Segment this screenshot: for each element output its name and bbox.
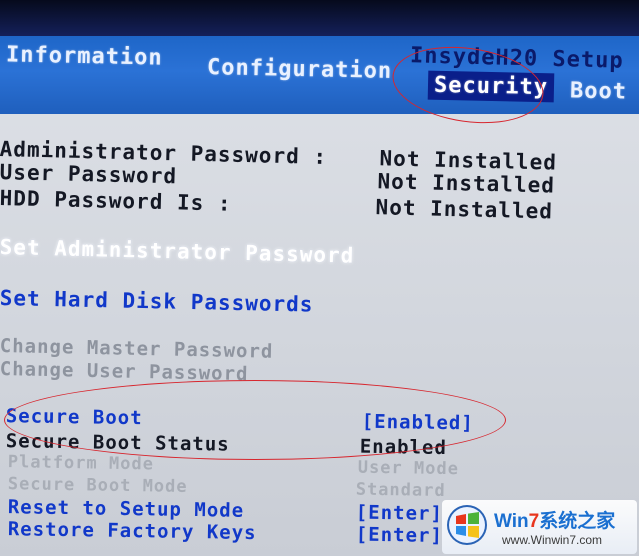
watermark-brand-suffix: 系统之家	[539, 511, 616, 532]
site-watermark: Win7系统之家 www.Winwin7.com	[442, 500, 637, 554]
watermark-brand: Win7系统之家	[494, 506, 615, 533]
hdd-password-label: HDD Password Is :	[0, 186, 232, 216]
set-admin-password-label: Set Administrator Password	[0, 235, 355, 268]
restore-factory-keys-value[interactable]: [Enter]	[356, 524, 443, 547]
secure-boot-value[interactable]: [Enabled]	[362, 411, 474, 435]
watermark-brand-prefix: Win	[494, 511, 529, 532]
watermark-brand-seven: 7	[528, 511, 540, 532]
bios-screen: InsydeH20 Setup Information Configuratio…	[0, 0, 639, 556]
change-user-password-label: Change User Password	[0, 358, 249, 386]
set-hdd-passwords-label: Set Hard Disk Passwords	[0, 286, 314, 317]
set-hdd-passwords-item[interactable]: Set Hard Disk Passwords	[0, 286, 639, 327]
security-panel: Administrator Password : Not Installed U…	[0, 0, 639, 556]
secure-boot-status-value: Enabled	[359, 435, 448, 460]
watermark-url: www.Winwin7.com	[502, 533, 603, 547]
secure-boot-mode-label: Secure Boot Mode	[7, 474, 188, 497]
platform-mode-value: User Mode	[357, 457, 460, 480]
set-admin-password-item[interactable]: Set Administrator Password	[0, 235, 639, 279]
secure-boot-mode-value: Standard	[355, 479, 446, 502]
hdd-password-value: Not Installed	[375, 195, 554, 224]
secure-boot-label: Secure Boot	[5, 405, 143, 430]
user-password-label: User Password	[0, 160, 178, 189]
user-password-value: Not Installed	[377, 169, 556, 198]
windows-logo-icon	[447, 505, 487, 545]
platform-mode-label: Platform Mode	[7, 452, 155, 475]
reset-setup-mode-value[interactable]: [Enter]	[356, 502, 443, 525]
restore-factory-keys-label: Restore Factory Keys	[7, 518, 257, 545]
